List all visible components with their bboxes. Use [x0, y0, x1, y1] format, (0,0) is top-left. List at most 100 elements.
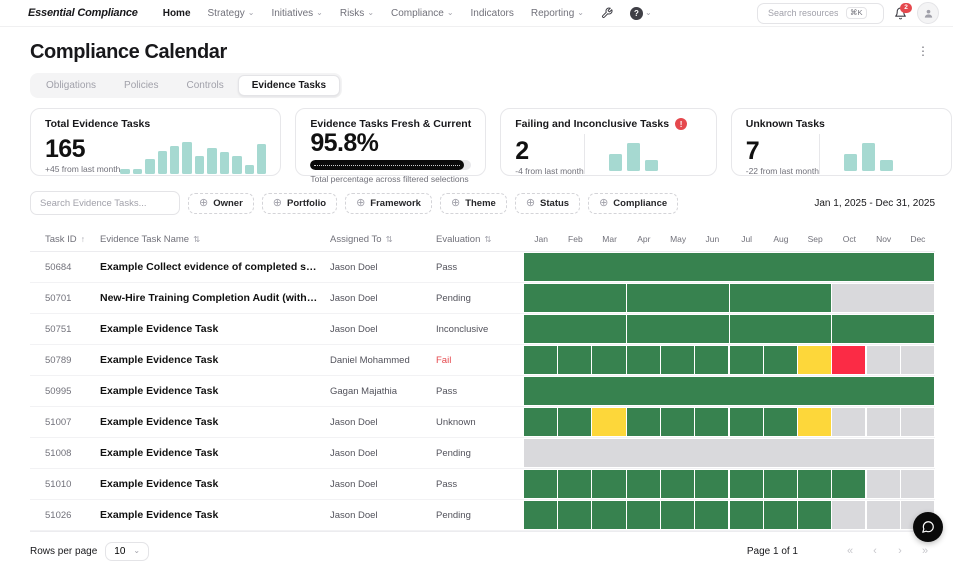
gantt-segment[interactable]	[729, 346, 763, 374]
gantt-segment[interactable]	[524, 470, 558, 498]
global-search-input[interactable]	[766, 7, 840, 19]
table-row[interactable]: 51010 Example Evidence Task Jason Doel P…	[30, 469, 935, 500]
gantt-segment[interactable]	[832, 501, 866, 529]
table-row[interactable]: 50751 Example Evidence Task Jason Doel I…	[30, 314, 935, 345]
date-range-label[interactable]: Jan 1, 2025 - Dec 31, 2025	[814, 198, 935, 209]
gantt-segment[interactable]	[695, 346, 729, 374]
gantt-segment[interactable]	[832, 284, 934, 312]
task-name-cell[interactable]: Example Evidence Task	[100, 323, 330, 335]
gantt-segment[interactable]	[524, 408, 558, 436]
gantt-segment[interactable]	[558, 470, 592, 498]
gantt-segment[interactable]	[524, 315, 626, 343]
nav-menu-item[interactable]: Indicators ⌄	[471, 8, 514, 19]
table-row[interactable]: 51007 Example Evidence Task Jason Doel U…	[30, 407, 935, 438]
filter-pill[interactable]: ⊕ Framework	[345, 192, 432, 214]
gantt-segment[interactable]	[524, 346, 558, 374]
tab[interactable]: Obligations	[32, 75, 110, 96]
gantt-segment[interactable]	[866, 346, 900, 374]
gantt-segment[interactable]	[626, 284, 729, 312]
gantt-segment[interactable]	[626, 408, 660, 436]
evidence-tasks-search-input[interactable]	[30, 191, 180, 215]
task-name-cell[interactable]: Example Evidence Task	[100, 509, 330, 521]
tab[interactable]: Policies	[110, 75, 172, 96]
task-name-cell[interactable]: Example Evidence Task	[100, 385, 330, 397]
notifications-button[interactable]: 2	[894, 2, 912, 20]
nav-menu-item[interactable]: Home ⌄	[163, 8, 191, 19]
nav-menu-item[interactable]: Strategy ⌄	[208, 8, 255, 19]
next-page-button[interactable]: ›	[890, 541, 910, 561]
gantt-segment[interactable]	[832, 315, 934, 343]
column-header-task-name[interactable]: Evidence Task Name ⇅	[100, 234, 330, 245]
table-row[interactable]: 50789 Example Evidence Task Daniel Moham…	[30, 345, 935, 376]
gantt-segment[interactable]	[797, 346, 832, 374]
gantt-segment[interactable]	[524, 377, 934, 405]
table-row[interactable]: 51008 Example Evidence Task Jason Doel P…	[30, 438, 935, 469]
gantt-segment[interactable]	[729, 408, 763, 436]
gantt-segment[interactable]	[797, 470, 832, 498]
tools-button[interactable]	[601, 7, 613, 19]
task-name-cell[interactable]: Example Evidence Task	[100, 447, 330, 459]
nav-menu-item[interactable]: Initiatives ⌄	[271, 8, 322, 19]
gantt-segment[interactable]	[729, 315, 832, 343]
gantt-segment[interactable]	[866, 408, 900, 436]
nav-menu-item[interactable]: Reporting ⌄	[531, 8, 584, 19]
task-name-cell[interactable]: Example Collect evidence of completed se…	[100, 261, 330, 273]
gantt-segment[interactable]	[660, 408, 695, 436]
column-header-task-id[interactable]: Task ID ↑	[30, 234, 100, 245]
gantt-segment[interactable]	[524, 439, 934, 467]
gantt-segment[interactable]	[524, 253, 934, 281]
gantt-segment[interactable]	[660, 470, 695, 498]
gantt-segment[interactable]	[592, 470, 626, 498]
chat-widget-button[interactable]	[913, 512, 943, 542]
gantt-segment[interactable]	[866, 470, 900, 498]
filter-pill[interactable]: ⊕ Owner	[188, 192, 254, 214]
gantt-segment[interactable]	[832, 470, 866, 498]
filter-pill[interactable]: ⊕ Portfolio	[261, 192, 338, 214]
user-avatar[interactable]	[917, 2, 939, 24]
gantt-segment[interactable]	[626, 346, 660, 374]
gantt-segment[interactable]	[626, 315, 729, 343]
prev-page-button[interactable]: ‹	[865, 541, 885, 561]
gantt-segment[interactable]	[695, 408, 729, 436]
column-header-assigned-to[interactable]: Assigned To ⇅	[330, 234, 436, 245]
gantt-segment[interactable]	[729, 470, 763, 498]
nav-menu-item[interactable]: Compliance ⌄	[391, 8, 454, 19]
gantt-segment[interactable]	[763, 346, 797, 374]
gantt-segment[interactable]	[900, 470, 934, 498]
table-row[interactable]: 50701 New-Hire Training Completion Audit…	[30, 283, 935, 314]
gantt-segment[interactable]	[524, 501, 558, 529]
gantt-segment[interactable]	[592, 501, 626, 529]
rows-per-page-select[interactable]: 10 ⌄	[105, 541, 150, 561]
gantt-segment[interactable]	[626, 501, 660, 529]
task-name-cell[interactable]: Example Evidence Task	[100, 354, 330, 366]
task-name-cell[interactable]: Example Evidence Task	[100, 478, 330, 490]
last-page-button[interactable]: »	[915, 541, 935, 561]
filter-pill[interactable]: ⊕ Compliance	[588, 192, 679, 214]
first-page-button[interactable]: «	[840, 541, 860, 561]
nav-menu-item[interactable]: Risks ⌄	[340, 8, 374, 19]
tab[interactable]: Evidence Tasks	[237, 75, 341, 96]
gantt-segment[interactable]	[900, 346, 934, 374]
table-row[interactable]: 50684 Example Collect evidence of comple…	[30, 252, 935, 283]
filter-pill[interactable]: ⊕ Theme	[439, 192, 507, 214]
gantt-segment[interactable]	[866, 501, 900, 529]
global-search[interactable]: ⌘K	[757, 2, 884, 24]
gantt-segment[interactable]	[763, 501, 797, 529]
help-button[interactable]: ? ⌄	[629, 6, 652, 20]
gantt-segment[interactable]	[763, 408, 797, 436]
gantt-segment[interactable]	[660, 501, 695, 529]
gantt-segment[interactable]	[626, 470, 660, 498]
gantt-segment[interactable]	[592, 408, 626, 436]
task-name-cell[interactable]: Example Evidence Task	[100, 416, 330, 428]
gantt-segment[interactable]	[695, 501, 729, 529]
gantt-segment[interactable]	[695, 470, 729, 498]
gantt-segment[interactable]	[660, 346, 695, 374]
tab[interactable]: Controls	[173, 75, 238, 96]
gantt-segment[interactable]	[558, 408, 592, 436]
gantt-segment[interactable]	[592, 346, 626, 374]
task-name-cell[interactable]: New-Hire Training Completion Audit (with…	[100, 292, 330, 304]
gantt-segment[interactable]	[797, 501, 832, 529]
gantt-segment[interactable]	[832, 408, 866, 436]
column-header-evaluation[interactable]: Evaluation ⇅	[436, 234, 524, 245]
filter-pill[interactable]: ⊕ Status	[514, 192, 581, 214]
